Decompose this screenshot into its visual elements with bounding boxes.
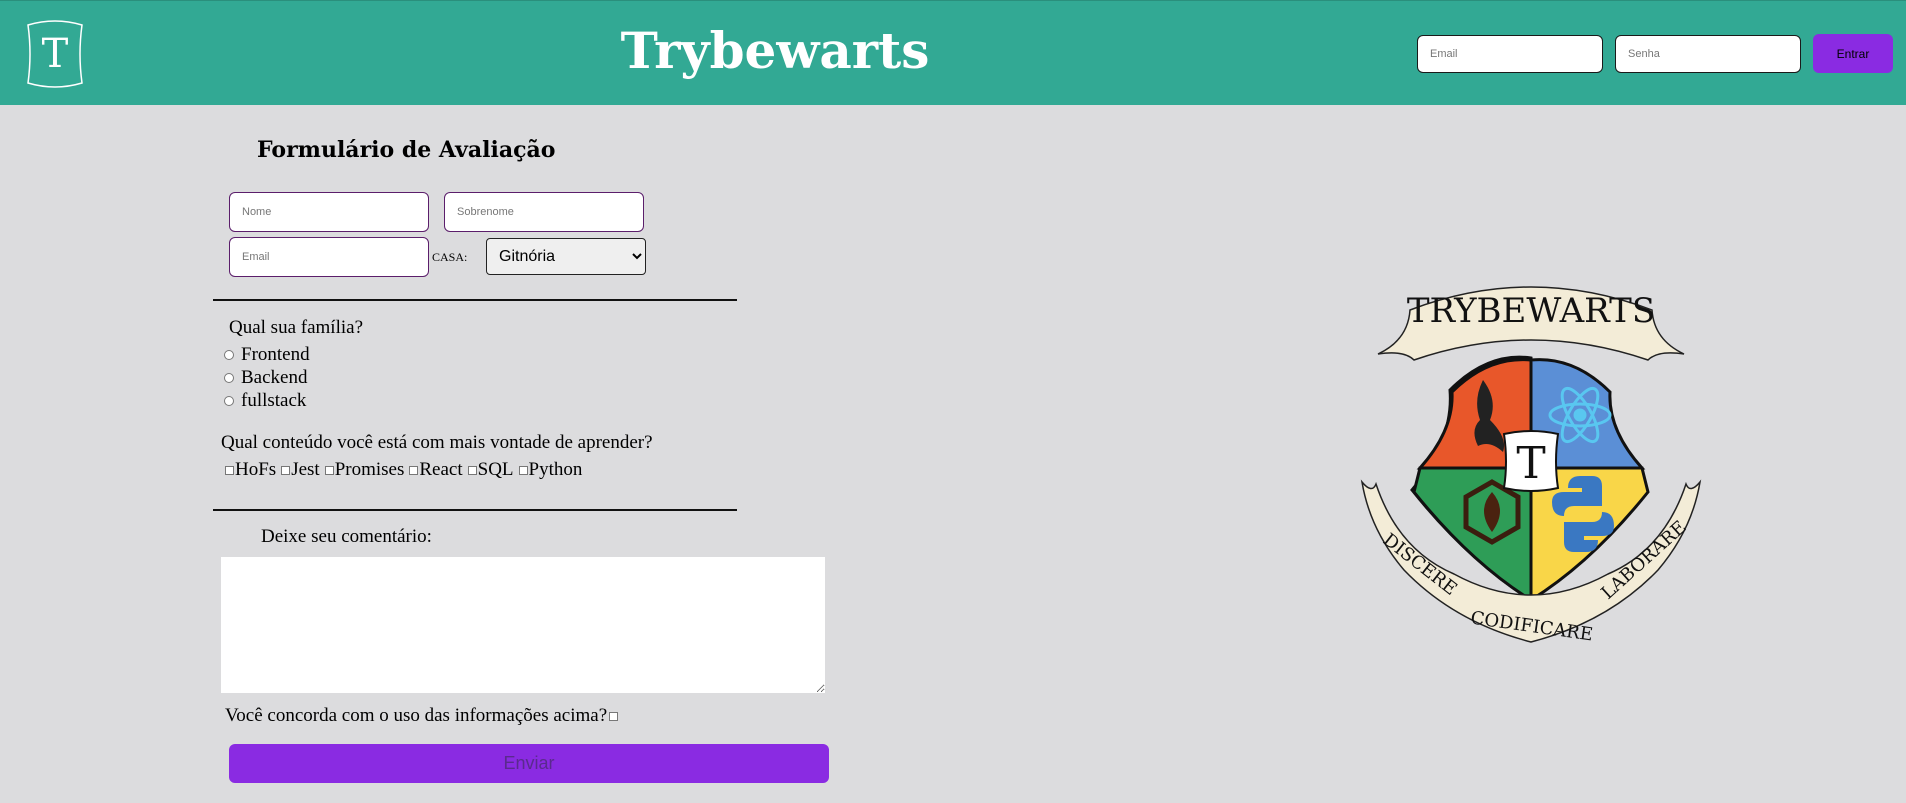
login-password-input[interactable] bbox=[1615, 34, 1801, 73]
login-button[interactable]: Entrar bbox=[1813, 34, 1893, 73]
agree-row: Você concorda com o uso das informações … bbox=[225, 705, 619, 727]
submit-button[interactable]: Enviar bbox=[229, 744, 829, 783]
house-select[interactable]: Gitnória bbox=[486, 238, 646, 275]
content-option-label: SQL bbox=[477, 459, 514, 480]
family-option-label: fullstack bbox=[241, 390, 307, 411]
trybewarts-crest-image: TRYBEWARTS T DISCERE CODIFICARE LABORARE bbox=[1360, 286, 1702, 646]
content-option-python[interactable]: Python bbox=[518, 459, 583, 481]
content-option-hofs[interactable]: HoFs bbox=[225, 459, 276, 481]
radio-button[interactable] bbox=[224, 396, 234, 406]
agree-label: Você concorda com o uso das informações … bbox=[225, 705, 608, 726]
checkbox[interactable] bbox=[225, 465, 234, 475]
content-question: Qual conteúdo você está com mais vontade… bbox=[221, 432, 653, 453]
form-email-input[interactable] bbox=[229, 237, 429, 277]
checkbox[interactable] bbox=[281, 465, 291, 475]
house-label: CASA: bbox=[432, 250, 468, 264]
family-option-backend[interactable]: Backend bbox=[224, 367, 307, 389]
checkbox[interactable] bbox=[467, 465, 477, 475]
top-header: T Trybewarts Entrar bbox=[0, 0, 1906, 105]
checkbox[interactable] bbox=[518, 465, 528, 475]
content-option-label: Jest bbox=[291, 459, 320, 480]
content-option-label: Python bbox=[528, 459, 583, 480]
checkbox[interactable] bbox=[324, 465, 334, 475]
agree-checkbox[interactable] bbox=[609, 711, 619, 721]
divider-top bbox=[213, 299, 737, 301]
content-option-react[interactable]: React bbox=[409, 459, 463, 481]
banner-text: TRYBEWARTS bbox=[1407, 291, 1655, 331]
family-question: Qual sua família? bbox=[229, 317, 364, 338]
login-email-input[interactable] bbox=[1417, 34, 1603, 73]
comment-textarea[interactable] bbox=[221, 557, 825, 693]
content-option-promises[interactable]: Promises bbox=[324, 459, 405, 481]
center-letter: T bbox=[1516, 438, 1545, 489]
page-title: Trybewarts bbox=[620, 21, 930, 80]
family-option-frontend[interactable]: Frontend bbox=[224, 344, 310, 366]
content-option-sql[interactable]: SQL bbox=[467, 459, 514, 481]
motto-left: DISCERE bbox=[1379, 529, 1461, 599]
checkbox[interactable] bbox=[409, 465, 419, 475]
content-option-label: HoFs bbox=[235, 459, 277, 480]
family-option-fullstack[interactable]: fullstack bbox=[224, 390, 306, 412]
login-form: Entrar bbox=[1417, 34, 1893, 73]
radio-button[interactable] bbox=[224, 350, 234, 360]
divider-bottom bbox=[213, 509, 737, 511]
first-name-input[interactable] bbox=[229, 192, 429, 232]
content-option-jest[interactable]: Jest bbox=[281, 459, 320, 481]
family-option-label: Frontend bbox=[241, 344, 310, 365]
content-options: HoFs Jest Promises React SQL Python bbox=[225, 459, 587, 481]
radio-button[interactable] bbox=[224, 373, 234, 383]
family-option-label: Backend bbox=[241, 367, 308, 388]
content-option-label: React bbox=[419, 459, 463, 480]
last-name-input[interactable] bbox=[444, 192, 644, 232]
content-option-label: Promises bbox=[334, 459, 405, 480]
comment-label: Deixe seu comentário: bbox=[261, 526, 432, 547]
form-title: Formulário de Avaliação bbox=[257, 137, 556, 163]
